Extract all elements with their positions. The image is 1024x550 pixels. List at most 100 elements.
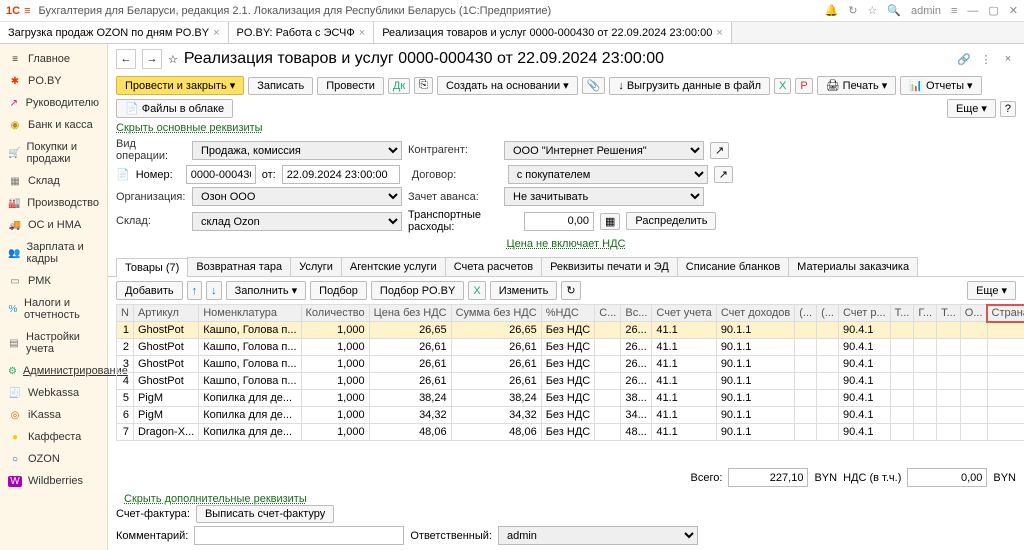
minimize-icon[interactable]: — — [967, 5, 978, 17]
sidebar-tax[interactable]: %Налоги и отчетность — [0, 292, 107, 326]
col-header[interactable]: Страна реализации — [987, 305, 1024, 322]
col-header[interactable]: Количество — [301, 305, 369, 322]
excel-icon[interactable]: X — [468, 281, 485, 300]
create-base-button[interactable]: Создать на основании ▾ — [437, 76, 578, 95]
col-header[interactable]: Цена без НДС — [369, 305, 451, 322]
back-button[interactable]: ← — [116, 49, 136, 69]
window-tab[interactable]: PO.BY: Работа с ЭСЧФ× — [229, 22, 375, 43]
sidebar-ozon[interactable]: ○OZON — [0, 448, 107, 470]
close-icon[interactable]: × — [716, 27, 722, 39]
help-button[interactable]: ? — [1000, 101, 1016, 117]
goods-table[interactable]: NАртикулНоменклатураКоличествоЦена без Н… — [116, 304, 1024, 441]
sidebar-webkassa[interactable]: 🧾Webkassa — [0, 382, 107, 404]
menu-icon[interactable]: ≡ — [24, 5, 30, 17]
edit-button[interactable]: Изменить — [490, 281, 558, 300]
col-header[interactable]: (... — [795, 305, 817, 322]
close-app-icon[interactable]: ✕ — [1009, 4, 1018, 17]
select-button[interactable]: Подбор — [310, 281, 367, 300]
move-up-icon[interactable]: ↑ — [187, 281, 203, 300]
advance-select[interactable]: Не зачитывать — [504, 187, 704, 206]
table-row[interactable]: 2GhostPotКашпо, Голова п...1,00026,6126,… — [117, 339, 1024, 356]
tab-materials[interactable]: Материалы заказчика — [788, 257, 918, 276]
link-icon[interactable]: 🔗 — [956, 51, 972, 67]
col-header[interactable]: %НДС — [541, 305, 595, 322]
tab-accounts[interactable]: Счета расчетов — [445, 257, 542, 276]
more-button[interactable]: Еще ▾ — [947, 99, 996, 118]
attach-icon[interactable]: 📎 — [582, 77, 606, 94]
col-header[interactable]: (... — [817, 305, 839, 322]
window-tab[interactable]: Загрузка продаж OZON по дням PO.BY× — [0, 22, 229, 43]
fill-button[interactable]: Заполнить ▾ — [226, 281, 307, 300]
tab-tare[interactable]: Возвратная тара — [187, 257, 291, 276]
sidebar-poby[interactable]: ✱PO.BY — [0, 70, 107, 92]
sidebar-assets[interactable]: 🚚ОС и НМА — [0, 214, 107, 236]
window-tab[interactable]: Реализация товаров и услуг 0000-000430 о… — [374, 22, 732, 43]
col-header[interactable]: Т... — [890, 305, 914, 322]
maximize-icon[interactable]: ▢ — [988, 4, 998, 17]
refresh-icon[interactable]: ↻ — [561, 281, 580, 300]
sidebar-hr[interactable]: 👥Зарплата и кадры — [0, 236, 107, 270]
col-header[interactable]: Счет р... — [838, 305, 890, 322]
forward-button[interactable]: → — [142, 49, 162, 69]
contract-select[interactable]: с покупателем — [508, 165, 708, 184]
col-header[interactable]: Сумма без НДС — [451, 305, 541, 322]
add-button[interactable]: Добавить — [116, 281, 183, 300]
col-header[interactable]: Счет доходов — [716, 305, 794, 322]
move-down-icon[interactable]: ↓ — [206, 281, 222, 300]
write-button[interactable]: Записать — [248, 77, 313, 95]
transport-input[interactable] — [524, 212, 594, 231]
pdf-icon[interactable]: P — [795, 78, 812, 94]
settings-icon[interactable]: ≡ — [951, 5, 957, 17]
sidebar-settings[interactable]: ▤Настройки учета — [0, 326, 107, 360]
reports-button[interactable]: 📊 Отчеты ▾ — [900, 76, 981, 95]
tab-blanks[interactable]: Списание бланков — [677, 257, 789, 276]
col-header[interactable]: Номенклатура — [199, 305, 301, 322]
sidebar-admin[interactable]: ⚙Администрирование — [0, 360, 107, 382]
sidebar-bank[interactable]: ◉Банк и касса — [0, 114, 107, 136]
sidebar-manager[interactable]: ↗Руководителю — [0, 92, 107, 114]
star-icon[interactable]: ☆ — [867, 4, 877, 17]
table-row[interactable]: 4GhostPotКашпо, Голова п...1,00026,6126,… — [117, 373, 1024, 390]
select-poby-button[interactable]: Подбор PO.BY — [371, 281, 464, 300]
table-row[interactable]: 5PigMКопилка для де...1,00038,2438,24Без… — [117, 390, 1024, 407]
cloud-files-button[interactable]: 📄 Файлы в облаке — [116, 99, 233, 118]
number-input[interactable] — [186, 165, 256, 184]
print-button[interactable]: 🖨 Печать ▾ — [817, 76, 897, 95]
table-row[interactable]: 1GhostPotКашпо, Голова п...1,00026,6526,… — [117, 322, 1024, 339]
sidebar-warehouse[interactable]: ▦Склад — [0, 170, 107, 192]
more-icon[interactable]: ⋮ — [978, 51, 994, 67]
calc-icon[interactable]: ▦ — [600, 213, 620, 230]
tab-print[interactable]: Реквизиты печати и ЭД — [541, 257, 678, 276]
search-icon[interactable]: 🔍 — [887, 4, 901, 17]
col-header[interactable]: Счет учета — [652, 305, 716, 322]
col-header[interactable]: N — [117, 305, 134, 322]
sf-button[interactable]: Выписать счет-фактуру — [196, 505, 334, 523]
sidebar-production[interactable]: 🏭Производство — [0, 192, 107, 214]
tab-agent[interactable]: Агентские услуги — [341, 257, 446, 276]
dk-icon[interactable]: Дк — [388, 78, 410, 94]
distribute-button[interactable]: Распределить — [626, 212, 716, 230]
col-header[interactable]: Т... — [937, 305, 961, 322]
post-button[interactable]: Провести — [317, 77, 384, 95]
col-header[interactable]: Вс... — [621, 305, 652, 322]
org-select[interactable]: Озон ООО — [192, 187, 402, 206]
tab-services[interactable]: Услуги — [290, 257, 342, 276]
close-icon[interactable]: × — [1000, 51, 1016, 67]
table-row[interactable]: 6PigMКопилка для де...1,00034,3234,32Без… — [117, 407, 1024, 424]
col-header[interactable]: Г... — [914, 305, 937, 322]
comment-input[interactable] — [194, 526, 404, 545]
table-row[interactable]: 7Dragon-X...Копилка для де...1,00048,064… — [117, 424, 1024, 441]
contractor-select[interactable]: ООО "Интернет Решения" — [504, 141, 704, 160]
operation-select[interactable]: Продажа, комиссия — [192, 141, 402, 160]
tab-goods[interactable]: Товары (7) — [116, 258, 188, 277]
warehouse-select[interactable]: склад Ozon — [192, 212, 402, 231]
open-contractor-icon[interactable]: ↗ — [710, 142, 729, 159]
sidebar-rmk[interactable]: ▭РМК — [0, 270, 107, 292]
table-more-button[interactable]: Еще ▾ — [967, 281, 1016, 300]
post-close-button[interactable]: Провести и закрыть ▾ — [116, 76, 244, 95]
sidebar-kaffesta[interactable]: ●Каффеста — [0, 426, 107, 448]
col-header[interactable]: С... — [595, 305, 621, 322]
excel-icon[interactable]: X — [774, 78, 791, 94]
favorite-icon[interactable]: ☆ — [168, 53, 178, 66]
sidebar-ikassa[interactable]: ◎iKassa — [0, 404, 107, 426]
